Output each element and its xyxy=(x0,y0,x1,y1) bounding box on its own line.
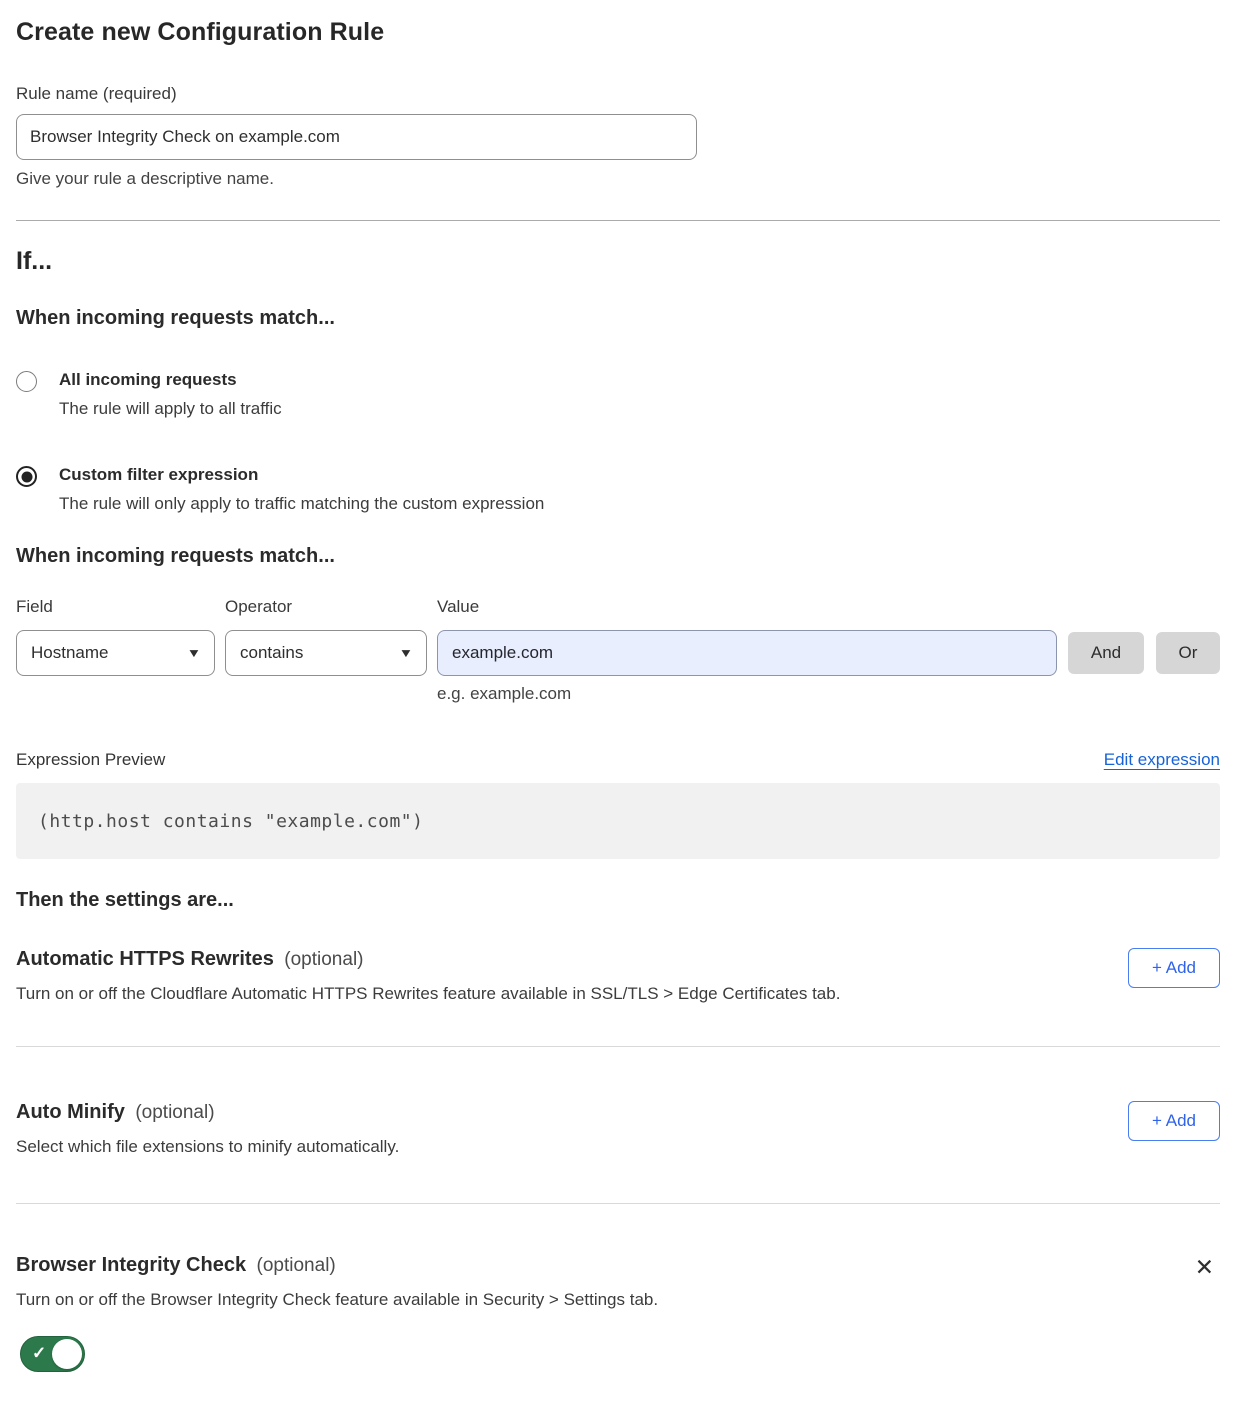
expression-text: (http.host contains "example.com") xyxy=(38,811,423,832)
expression-preview-label: Expression Preview xyxy=(16,750,165,770)
page-title: Create new Configuration Rule xyxy=(16,18,1220,47)
setting-optional-tag: (optional) xyxy=(257,1255,336,1276)
value-input[interactable] xyxy=(437,630,1057,676)
setting-divider xyxy=(16,1203,1220,1204)
radio-button-unselected[interactable] xyxy=(16,371,37,392)
setting-title: Auto Minify xyxy=(16,1101,125,1123)
rule-name-input[interactable] xyxy=(16,114,697,160)
setting-divider xyxy=(16,1046,1220,1047)
if-heading: If... xyxy=(16,247,1220,276)
close-icon[interactable]: ✕ xyxy=(1189,1254,1220,1281)
radio-option-custom-filter-expression[interactable]: Custom filter expression The rule will o… xyxy=(16,465,1220,514)
setting-title: Automatic HTTPS Rewrites xyxy=(16,948,274,970)
add-auto-minify-button[interactable]: + Add xyxy=(1128,1101,1220,1141)
field-select[interactable]: Hostname ▼ xyxy=(16,630,215,676)
expression-preview-box: (http.host contains "example.com") xyxy=(16,783,1220,859)
radio-label: All incoming requests xyxy=(59,370,282,390)
setting-optional-tag: (optional) xyxy=(135,1102,214,1123)
rule-name-label: Rule name (required) xyxy=(16,84,1220,104)
browser-integrity-check-toggle[interactable]: ✓ xyxy=(20,1336,85,1372)
field-column-label: Field xyxy=(16,597,225,617)
setting-title: Browser Integrity Check xyxy=(16,1254,246,1276)
radio-label: Custom filter expression xyxy=(59,465,544,485)
check-icon: ✓ xyxy=(32,1344,46,1364)
setting-optional-tag: (optional) xyxy=(284,949,363,970)
toggle-knob xyxy=(52,1339,82,1369)
radio-description: The rule will only apply to traffic matc… xyxy=(59,494,544,514)
and-button[interactable]: And xyxy=(1068,632,1144,674)
radio-option-all-incoming-requests[interactable]: All incoming requests The rule will appl… xyxy=(16,370,1220,419)
field-select-value: Hostname xyxy=(31,643,108,663)
builder-subheading: When incoming requests match... xyxy=(16,545,1220,568)
match-subheading: When incoming requests match... xyxy=(16,307,1220,330)
setting-automatic-https-rewrites: Automatic HTTPS Rewrites (optional) Turn… xyxy=(16,948,1220,1004)
radio-button-selected[interactable] xyxy=(16,466,37,487)
builder-column-labels: Field Operator Value xyxy=(16,597,1220,617)
expression-preview-row: Expression Preview Edit expression xyxy=(16,750,1220,770)
create-configuration-rule-form: Create new Configuration Rule Rule name … xyxy=(0,0,1237,1417)
chevron-down-icon: ▼ xyxy=(399,646,414,660)
add-automatic-https-rewrites-button[interactable]: + Add xyxy=(1128,948,1220,988)
section-divider xyxy=(16,220,1220,221)
operator-select[interactable]: contains ▼ xyxy=(225,630,427,676)
rule-name-helper: Give your rule a descriptive name. xyxy=(16,169,1220,189)
chevron-down-icon: ▼ xyxy=(187,646,202,660)
value-column-label: Value xyxy=(437,597,479,617)
or-button[interactable]: Or xyxy=(1156,632,1220,674)
operator-select-value: contains xyxy=(240,643,303,663)
setting-description: Select which file extensions to minify a… xyxy=(16,1137,399,1157)
operator-column-label: Operator xyxy=(225,597,437,617)
value-helper: e.g. example.com xyxy=(437,684,1220,704)
setting-auto-minify: Auto Minify (optional) Select which file… xyxy=(16,1101,1220,1157)
radio-description: The rule will apply to all traffic xyxy=(59,399,282,419)
setting-browser-integrity-check: Browser Integrity Check (optional) Turn … xyxy=(16,1254,1220,1377)
setting-description: Turn on or off the Cloudflare Automatic … xyxy=(16,984,840,1004)
builder-row: Hostname ▼ contains ▼ And Or xyxy=(16,630,1220,676)
edit-expression-link[interactable]: Edit expression xyxy=(1104,750,1220,770)
setting-description: Turn on or off the Browser Integrity Che… xyxy=(16,1290,658,1310)
then-settings-heading: Then the settings are... xyxy=(16,889,1220,912)
